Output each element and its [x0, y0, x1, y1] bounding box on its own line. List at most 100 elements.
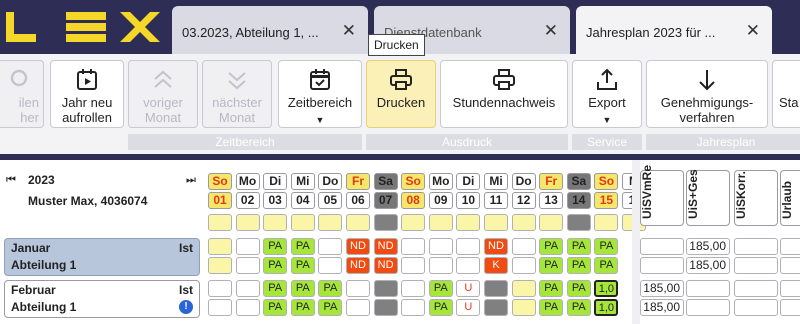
plan-cell[interactable] [484, 280, 508, 297]
plan-cell[interactable] [235, 257, 260, 274]
plan-cell[interactable]: PA [594, 238, 619, 255]
partial-button[interactable]: ilen her [0, 60, 44, 128]
jahr-neu-aufrollen-button[interactable]: Jahr neu aufrollen [50, 60, 124, 128]
daynum-cell[interactable]: 13 [539, 192, 564, 209]
plan-cell[interactable]: PA [566, 299, 591, 316]
plan-cell[interactable]: PA [290, 257, 315, 274]
plan-cell[interactable] [318, 257, 343, 274]
daynum-cell[interactable]: 08 [401, 192, 426, 209]
plan-cell[interactable] [208, 280, 232, 297]
voriger-monat-button[interactable]: voriger Monat [128, 60, 198, 128]
stundennachweis-button[interactable]: Stundennachweis [440, 60, 568, 128]
plan-cell[interactable]: PA [263, 257, 288, 274]
plan-cell[interactable]: ND [373, 257, 398, 274]
plan-cell[interactable] [208, 299, 232, 316]
plan-cell[interactable]: PA [263, 280, 288, 297]
plan-cell[interactable]: ND [484, 238, 508, 255]
day-status-cell[interactable] [428, 214, 453, 231]
plan-cell[interactable] [401, 257, 426, 274]
daynum-cell[interactable]: 10 [456, 192, 481, 209]
tab-abteilung[interactable]: 03.2023, Abteilung 1, ... ✕ [172, 6, 368, 54]
plan-cell[interactable]: PA [566, 257, 591, 274]
plan-cell[interactable]: PA [539, 299, 564, 316]
plan-cell[interactable] [346, 299, 370, 316]
export-button[interactable]: Export ▼ [572, 60, 642, 128]
plan-cell[interactable] [511, 257, 536, 274]
plan-cell[interactable] [235, 299, 260, 316]
tab-jahresplan[interactable]: Jahresplan 2023 für ... ✕ [576, 6, 772, 54]
plan-cell[interactable]: PA [539, 238, 564, 255]
daynum-cell[interactable]: 07 [373, 192, 398, 209]
daynum-cell[interactable]: 04 [290, 192, 315, 209]
day-status-cell[interactable] [318, 214, 343, 231]
daynum-cell[interactable]: 02 [235, 192, 260, 209]
daynum-cell[interactable]: 12 [511, 192, 536, 209]
summary-column-header[interactable]: UiSKorr. [734, 170, 778, 226]
plan-cell[interactable] [235, 238, 260, 255]
plan-cell[interactable]: PA [290, 280, 315, 297]
plan-cell[interactable]: PA [318, 299, 343, 316]
next-year-icon[interactable]: ⏭ [186, 174, 196, 187]
day-status-cell[interactable] [263, 214, 288, 231]
day-status-cell[interactable] [566, 214, 591, 231]
day-status-cell[interactable] [594, 214, 619, 231]
plan-cell[interactable]: PA [263, 299, 288, 316]
plan-cell[interactable]: U [456, 280, 481, 297]
plan-cell[interactable] [346, 280, 370, 297]
close-icon[interactable]: ✕ [544, 21, 558, 41]
day-status-cell[interactable] [539, 214, 564, 231]
day-status-cell[interactable] [373, 214, 398, 231]
plan-cell[interactable] [484, 299, 508, 316]
plan-cell[interactable]: PA [428, 299, 453, 316]
plan-cell[interactable] [428, 257, 453, 274]
genehmigungsverfahren-button[interactable]: Genehmigungs- verfahren [646, 60, 768, 128]
plan-cell[interactable]: PA [539, 257, 564, 274]
plan-cell[interactable]: ND [346, 257, 370, 274]
summary-column-header[interactable]: Urlaub [780, 170, 800, 226]
summary-column-header[interactable]: UiSVmRe [640, 165, 684, 226]
day-status-cell[interactable] [511, 214, 536, 231]
plan-cell[interactable] [511, 299, 536, 316]
close-icon[interactable]: ✕ [746, 21, 760, 41]
plan-cell[interactable]: PA [566, 280, 591, 297]
zeitbereich-button[interactable]: Zeitbereich ▼ [278, 60, 362, 128]
plan-cell[interactable]: ND [373, 238, 398, 255]
daynum-cell[interactable]: 05 [318, 192, 343, 209]
info-icon[interactable]: ! [179, 300, 193, 314]
plan-cell[interactable] [208, 238, 232, 255]
plan-cell[interactable] [456, 238, 481, 255]
plan-cell[interactable] [373, 299, 398, 316]
partial-right-button[interactable]: Sta [772, 60, 800, 128]
day-status-cell[interactable] [290, 214, 315, 231]
plan-cell[interactable]: PA [594, 257, 619, 274]
daynum-cell[interactable]: 11 [484, 192, 508, 209]
plan-cell[interactable] [428, 238, 453, 255]
drucken-button[interactable]: Drucken [366, 60, 436, 128]
plan-cell[interactable] [401, 280, 426, 297]
plan-cell[interactable] [511, 238, 536, 255]
plan-cell[interactable]: 1,0 [594, 299, 619, 316]
plan-cell[interactable] [401, 238, 426, 255]
previous-year-icon[interactable]: ⏮ [6, 174, 16, 187]
plan-cell[interactable]: 1,0 [594, 280, 619, 297]
plan-cell[interactable] [318, 238, 343, 255]
daynum-cell[interactable]: 15 [594, 192, 619, 209]
day-status-cell[interactable] [346, 214, 370, 231]
plan-cell[interactable] [456, 257, 481, 274]
day-status-cell[interactable] [235, 214, 260, 231]
plan-cell[interactable]: PA [263, 238, 288, 255]
day-status-cell[interactable] [208, 214, 232, 231]
day-status-cell[interactable] [401, 214, 426, 231]
day-status-cell[interactable] [484, 214, 508, 231]
plan-cell[interactable]: PA [566, 238, 591, 255]
plan-cell[interactable]: PA [428, 280, 453, 297]
daynum-cell[interactable]: 03 [263, 192, 288, 209]
month-row-februar[interactable]: Februar Ist Abteilung 1! [4, 280, 200, 318]
plan-cell[interactable] [401, 299, 426, 316]
plan-cell[interactable]: PA [318, 280, 343, 297]
summary-column-header[interactable]: UiS+Ges [686, 169, 730, 226]
close-icon[interactable]: ✕ [342, 21, 356, 41]
plan-cell[interactable]: PA [539, 280, 564, 297]
daynum-cell[interactable]: 06 [346, 192, 370, 209]
plan-cell[interactable]: PA [290, 238, 315, 255]
